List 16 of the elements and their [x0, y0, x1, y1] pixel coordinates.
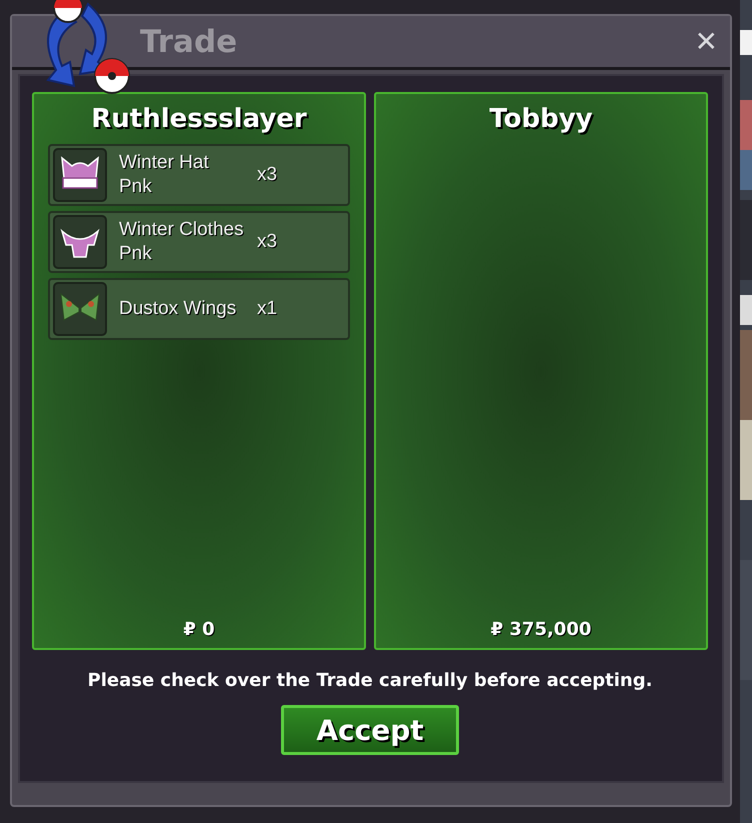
item-quantity: x3: [257, 164, 278, 186]
window-title: Trade: [140, 24, 238, 60]
item-quantity: x3: [257, 231, 278, 253]
item-name: Winter Clothes Pnk: [119, 218, 245, 266]
item-quantity: x1: [257, 298, 278, 320]
money-amount: ₽ 375,000: [490, 619, 592, 640]
close-button[interactable]: ✕: [690, 25, 722, 58]
item-name: Dustox Wings: [119, 297, 238, 321]
player-name: Ruthlessslayer: [91, 104, 307, 134]
notice-text: Please check over the Trade carefully before accepting.: [88, 670, 652, 691]
item-name: Winter Hat Pnk: [119, 151, 210, 199]
player-name: Tobbyy: [489, 104, 593, 134]
item-slot[interactable]: Winter Hat Pnk x3: [48, 144, 350, 206]
money-amount: ₽ 0: [183, 619, 215, 640]
item-slot[interactable]: Dustox Wings x1: [48, 278, 350, 340]
accept-button[interactable]: Accept: [281, 705, 459, 755]
